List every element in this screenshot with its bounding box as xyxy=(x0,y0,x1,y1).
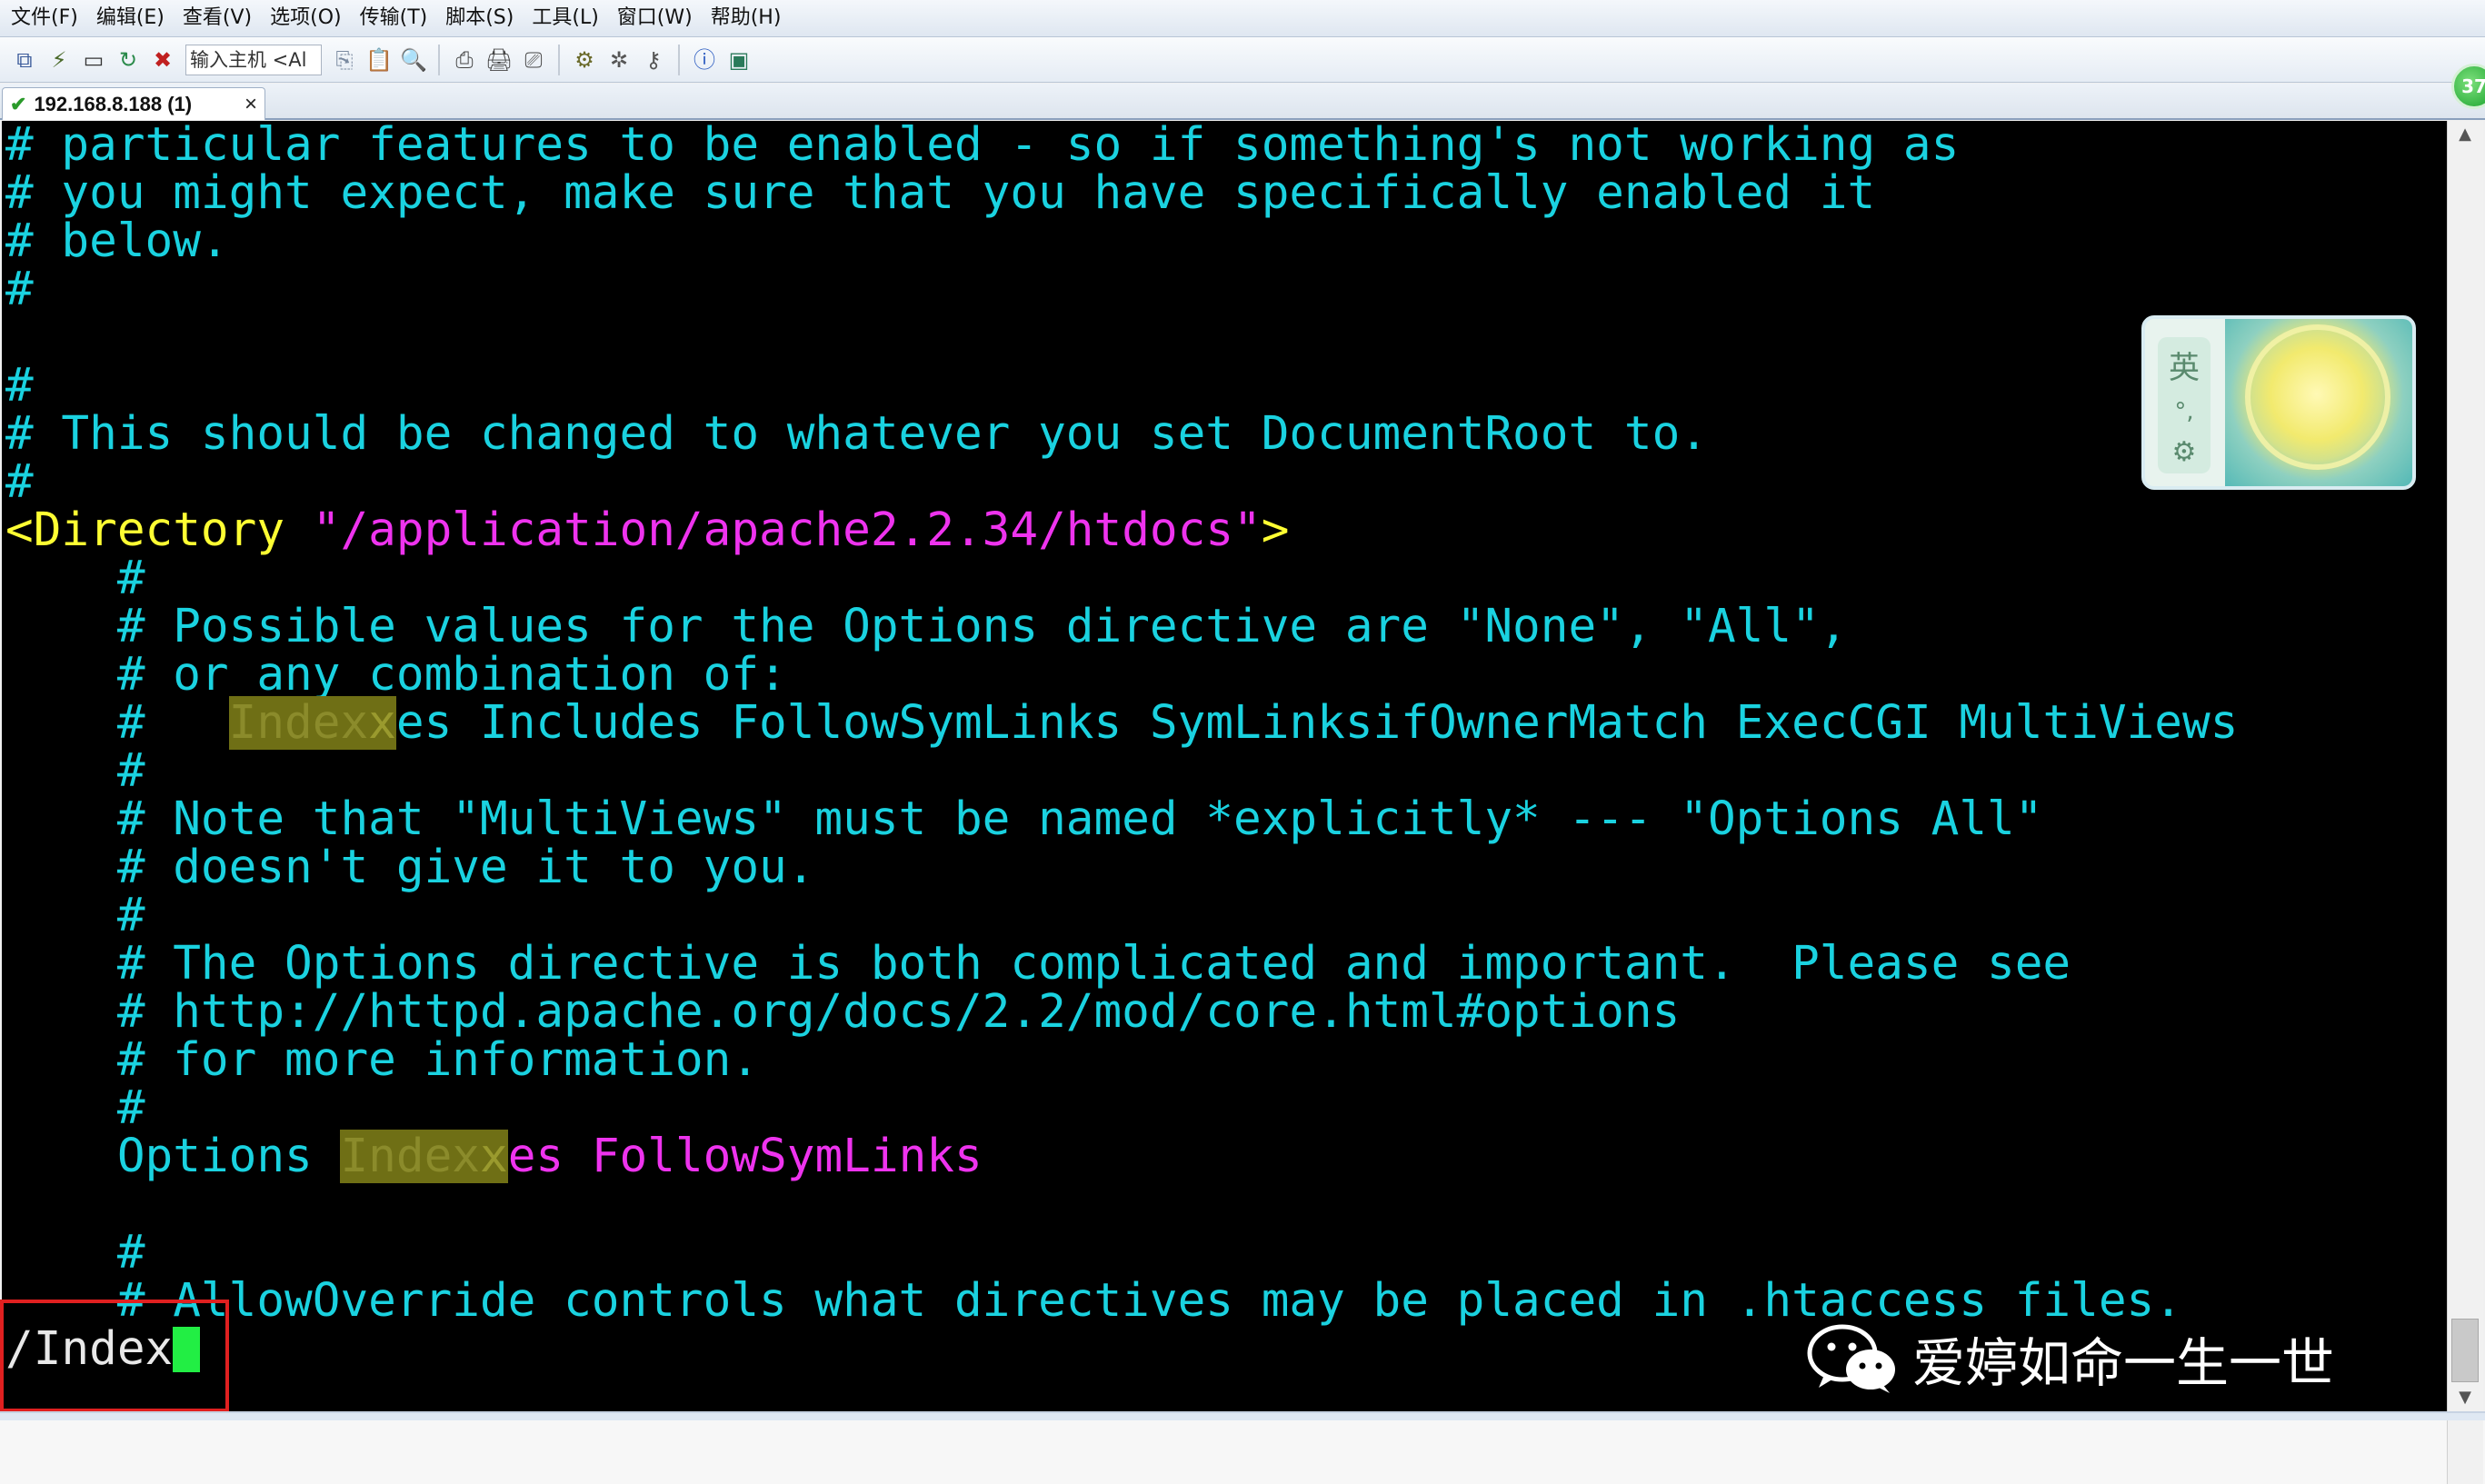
terminal-line: # for more information. xyxy=(5,1033,760,1087)
search-command-line[interactable]: /Index xyxy=(5,1322,201,1376)
terminal-line: # This should be changed to whatever you… xyxy=(5,407,1708,461)
terminal-screen[interactable]: # particular features to be enabled - so… xyxy=(2,121,2447,1411)
connected-check-icon: ✔ xyxy=(10,92,27,115)
print-setup-icon[interactable]: ⎙ xyxy=(449,45,480,75)
paste-icon[interactable]: 📋 xyxy=(364,45,394,75)
search-match-tail: x xyxy=(480,1130,508,1183)
toolbar: ⧉ ⚡ ▭ ↻ ✖ 输入主机 <Al ⎘ 📋 🔍 ⎙ 🖨 ⎚ ⚙ ✲ ⚷ ⓘ ▣ xyxy=(0,37,2485,83)
terminal-line: # xyxy=(5,359,34,413)
toolbar-separator xyxy=(558,44,560,75)
keymap-icon[interactable]: ⚷ xyxy=(638,45,669,75)
lemon-ring xyxy=(2245,324,2390,470)
terminal-line: # AllowOverride controls what directives… xyxy=(5,1274,2182,1328)
terminal-line: # xyxy=(5,1081,145,1135)
scroll-down-icon[interactable]: ▼ xyxy=(2448,1384,2482,1411)
vertical-scrollbar[interactable]: ▲ ▼ xyxy=(2447,121,2483,1411)
terminal-line: # xyxy=(5,744,145,798)
terminal-line: # or any combination of: xyxy=(5,648,787,702)
menu-options[interactable]: 选项(O) xyxy=(261,0,350,36)
tab-bar: ✔ 192.168.8.188 (1) × ◀ xyxy=(0,84,2485,193)
terminal-line: # you might expect, make sure that you h… xyxy=(5,166,1876,220)
search-match-tail: x xyxy=(368,696,396,750)
terminal-line: # particular features to be enabled - so… xyxy=(5,121,1960,172)
ime-punctuation-toggle[interactable]: °, xyxy=(2174,398,2193,425)
terminal-line-with-match: # Indexxes Includes FollowSymLinks SymLi… xyxy=(5,696,2239,750)
options-values: es FollowSymLinks xyxy=(507,1130,983,1183)
wechat-logo-icon xyxy=(1807,1324,1895,1393)
directory-tag-close: > xyxy=(1261,503,1290,557)
ime-widget[interactable]: 英 °, ⚙ xyxy=(2141,315,2416,490)
disconnect-icon[interactable]: ✖ xyxy=(147,45,178,75)
terminal-line: # xyxy=(5,455,34,509)
close-tab-icon[interactable]: × xyxy=(245,92,257,117)
toolbar-separator xyxy=(678,44,680,75)
terminal-line: # xyxy=(5,1226,145,1280)
terminal-line: # xyxy=(5,889,145,942)
status-bar xyxy=(0,1411,2485,1484)
text-cursor xyxy=(173,1327,201,1372)
terminal-line: # http://httpd.apache.org/docs/2.2/mod/c… xyxy=(5,985,1681,1039)
scroll-up-icon[interactable]: ▲ xyxy=(2448,121,2482,148)
menu-help[interactable]: 帮助(H) xyxy=(702,0,791,36)
status-scrollbar[interactable] xyxy=(2447,1420,2483,1484)
options-keyword: Options xyxy=(5,1130,341,1183)
scrollbar-thumb[interactable] xyxy=(2451,1319,2479,1382)
menu-tools[interactable]: 工具(L) xyxy=(523,0,607,36)
global-options-icon[interactable]: ✲ xyxy=(604,45,634,75)
session-tab[interactable]: ✔ 192.168.8.188 (1) × xyxy=(2,87,265,120)
menu-bar: 文件(F) 编辑(E) 查看(V) 选项(O) 传输(T) 脚本(S) 工具(L… xyxy=(0,0,2485,37)
line-prefix: # xyxy=(5,696,229,750)
watermark-text: 爱婷如命一生一世 xyxy=(1912,1332,2335,1394)
line-suffix: es Includes FollowSymLinks SymLinksifOwn… xyxy=(395,696,2239,750)
menu-script[interactable]: 脚本(S) xyxy=(436,0,523,36)
options-directive-line: Options Indexxes FollowSymLinks xyxy=(5,1130,983,1183)
directory-tag: <Directory xyxy=(5,503,313,557)
terminal-line: # xyxy=(5,552,145,605)
find-icon[interactable]: 🔍 xyxy=(398,45,429,75)
directory-open-tag-line: <Directory "/application/apache2.2.34/ht… xyxy=(5,506,1289,554)
reconnect-icon[interactable]: ↻ xyxy=(113,45,144,75)
toolbar-separator xyxy=(438,44,440,75)
menu-view[interactable]: 查看(V) xyxy=(174,0,261,36)
terminal-line: # The Options directive is both complica… xyxy=(5,937,2071,991)
sftp-icon[interactable]: ▣ xyxy=(724,45,754,75)
terminal-line: # xyxy=(5,263,34,316)
ime-controls: 英 °, ⚙ xyxy=(2158,337,2211,473)
session-tab-title: 192.168.8.188 (1) xyxy=(34,92,193,115)
ime-settings-icon[interactable]: ⚙ xyxy=(2172,436,2197,468)
session-options-icon[interactable]: ⚙ xyxy=(569,45,600,75)
directory-path: "/application/apache2.2.34/htdocs" xyxy=(312,503,1262,557)
terminal-line: # doesn't give it to you. xyxy=(5,841,815,894)
terminal-line: # below. xyxy=(5,214,229,268)
host-input[interactable]: 输入主机 <Al xyxy=(185,44,322,75)
menu-window[interactable]: 窗口(W) xyxy=(608,0,702,36)
connect-icon[interactable]: ⧉ xyxy=(9,45,40,75)
terminal-line: # Note that "MultiViews" must be named *… xyxy=(5,792,2043,846)
search-prompt: /Index xyxy=(5,1322,174,1376)
search-match-highlight: Index xyxy=(228,696,369,750)
copy-icon[interactable]: ⎘ xyxy=(329,45,360,75)
quick-connect-icon[interactable]: ⚡ xyxy=(44,45,75,75)
wechat-watermark: 爱婷如命一生一世 xyxy=(1804,1322,2334,1395)
menu-transfer[interactable]: 传输(T) xyxy=(351,0,437,36)
ime-language-toggle[interactable]: 英 xyxy=(2169,343,2200,387)
session-manager-icon[interactable]: ▭ xyxy=(78,45,109,75)
help-icon[interactable]: ⓘ xyxy=(689,45,720,75)
status-divider xyxy=(0,1413,2485,1420)
print-icon[interactable]: 🖨 xyxy=(484,45,514,75)
menu-file[interactable]: 文件(F) xyxy=(0,0,87,36)
print-screen-icon[interactable]: ⎚ xyxy=(518,45,549,75)
search-match-highlight: Index xyxy=(340,1130,480,1183)
menu-edit[interactable]: 编辑(E) xyxy=(87,0,174,36)
terminal-line: # Possible values for the Options direct… xyxy=(5,600,1848,653)
